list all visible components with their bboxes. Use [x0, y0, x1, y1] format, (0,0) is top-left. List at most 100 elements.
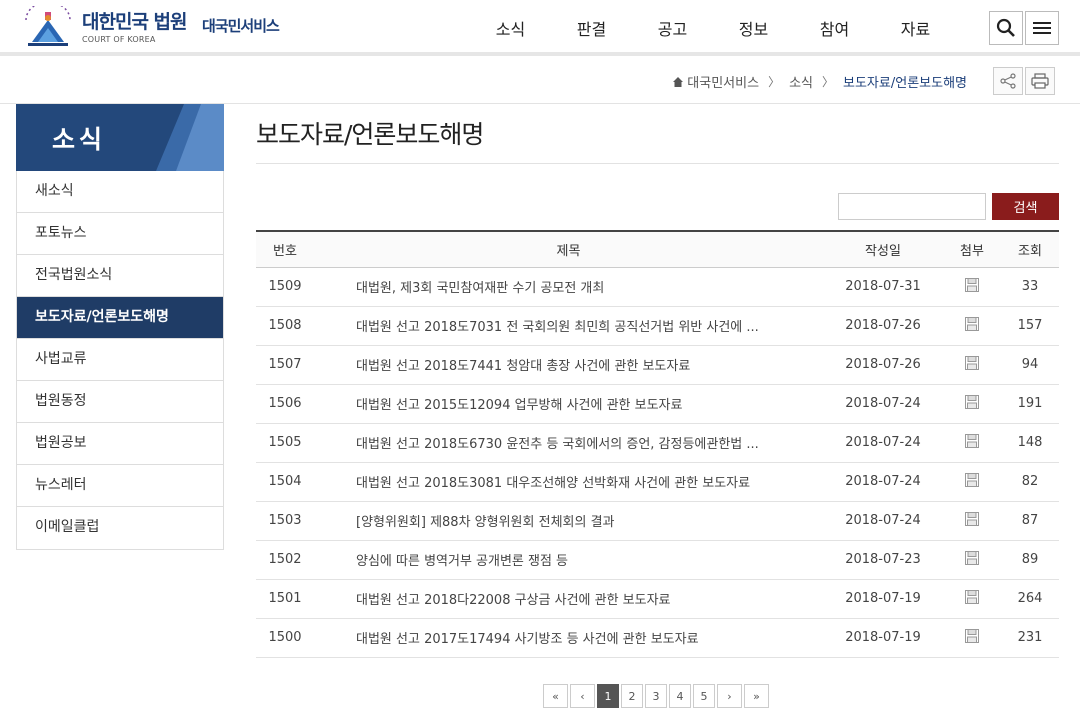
- chevron-right-icon: 〉: [822, 75, 835, 89]
- sidebar-item-email-club[interactable]: 이메일클럽: [17, 507, 223, 549]
- save-file-icon[interactable]: [964, 511, 980, 531]
- row-title-link[interactable]: 대법원 선고 2015도12094 업무방해 사건에 관한 보도자료: [356, 398, 682, 413]
- row-title-cell: 대법원, 제3회 국민참여재판 수기 공모전 개최: [314, 267, 823, 307]
- save-file-icon[interactable]: [964, 433, 980, 453]
- page-button-5[interactable]: 5: [693, 684, 715, 708]
- row-title-cell: 대법원 선고 2018도7031 전 국회의원 최민희 공직선거법 위반 사건에…: [314, 306, 823, 346]
- table-row: 1509 대법원, 제3회 국민참여재판 수기 공모전 개최 2018-07-31 3…: [256, 267, 1059, 307]
- row-title-link[interactable]: [양형위원회] 제88차 양형위원회 전체회의 결과: [356, 515, 615, 530]
- nav-item-news[interactable]: 소식: [470, 16, 551, 40]
- sidebar-item-new-news[interactable]: 새소식: [17, 171, 223, 213]
- row-number: 1506: [256, 384, 314, 424]
- page-button-1[interactable]: 1: [597, 684, 619, 708]
- row-number: 1504: [256, 462, 314, 502]
- row-attachment: [943, 306, 1001, 346]
- sidebar-item-judicial-exchange[interactable]: 사법교류: [17, 339, 223, 381]
- row-views: 87: [1001, 501, 1059, 541]
- row-number: 1505: [256, 423, 314, 463]
- share-button[interactable]: [993, 67, 1023, 95]
- row-title-link[interactable]: 대법원 선고 2018도6730 윤전추 등 국회에서의 증언, 감정등에관한법…: [356, 437, 759, 452]
- row-title-cell: 양심에 따른 병역거부 공개변론 쟁점 등: [314, 540, 823, 580]
- brand-subtitle: COURT OF KOREA: [82, 35, 156, 44]
- row-views: 231: [1001, 618, 1059, 658]
- row-title-link[interactable]: 대법원 선고 2018다22008 구상금 사건에 관한 보도자료: [356, 593, 671, 608]
- nav-item-info[interactable]: 정보: [713, 16, 794, 40]
- first-page-button[interactable]: «: [543, 684, 568, 708]
- row-title-link[interactable]: 대법원 선고 2018도7441 청암대 총장 사건에 관한 보도자료: [356, 359, 690, 374]
- row-number: 1508: [256, 306, 314, 346]
- search-input[interactable]: [838, 193, 986, 220]
- save-file-icon[interactable]: [964, 472, 980, 492]
- row-views: 82: [1001, 462, 1059, 502]
- brand[interactable]: 대한민국 법원 COURT OF KOREA: [82, 10, 187, 44]
- save-file-icon[interactable]: [964, 550, 980, 570]
- save-file-icon[interactable]: [964, 355, 980, 375]
- row-attachment: [943, 423, 1001, 463]
- row-title-link[interactable]: 양심에 따른 병역거부 공개변론 쟁점 등: [356, 554, 568, 569]
- row-date: 2018-07-23: [823, 540, 943, 580]
- sidebar-item-newsletter[interactable]: 뉴스레터: [17, 465, 223, 507]
- table-header-row: 번호 제목 작성일 첨부 조회: [256, 230, 1059, 268]
- row-title-cell: 대법원 선고 2017도17494 사기방조 등 사건에 관한 보도자료: [314, 618, 823, 658]
- row-title-cell: 대법원 선고 2015도12094 업무방해 사건에 관한 보도자료: [314, 384, 823, 424]
- row-title-link[interactable]: 대법원 선고 2018도7031 전 국회의원 최민희 공직선거법 위반 사건에…: [356, 320, 759, 335]
- row-date: 2018-07-24: [823, 423, 943, 463]
- table-row: 1502 양심에 따른 병역거부 공개변론 쟁점 등 2018-07-23 89: [256, 540, 1059, 580]
- last-page-button[interactable]: »: [744, 684, 769, 708]
- nav-item-resources[interactable]: 자료: [875, 16, 956, 40]
- header-date: 작성일: [823, 230, 943, 268]
- table-row: 1506 대법원 선고 2015도12094 업무방해 사건에 관한 보도자료 20…: [256, 384, 1059, 424]
- nav-item-judgments[interactable]: 판결: [551, 16, 632, 40]
- search-button[interactable]: 검색: [992, 193, 1059, 220]
- sidebar-item-press-releases[interactable]: 보도자료/언론보도해명: [17, 297, 223, 339]
- breadcrumb-home[interactable]: 대국민서비스: [687, 72, 759, 91]
- sidebar-menu: 새소식 포토뉴스 전국법원소식 보도자료/언론보도해명 사법교류 법원동정 법원…: [16, 171, 224, 550]
- sidebar-item-photo-news[interactable]: 포토뉴스: [17, 213, 223, 255]
- sidebar-item-court-activities[interactable]: 법원동정: [17, 381, 223, 423]
- page-button-4[interactable]: 4: [669, 684, 691, 708]
- save-file-icon[interactable]: [964, 394, 980, 414]
- save-file-icon[interactable]: [964, 628, 980, 648]
- menu-button[interactable]: [1025, 11, 1059, 45]
- row-attachment: [943, 540, 1001, 580]
- prev-page-button[interactable]: ‹: [570, 684, 595, 708]
- row-date: 2018-07-19: [823, 618, 943, 658]
- row-attachment: [943, 618, 1001, 658]
- sidebar-item-court-gazette[interactable]: 법원공보: [17, 423, 223, 465]
- service-name[interactable]: 대국민서비스: [202, 15, 280, 36]
- row-date: 2018-07-19: [823, 579, 943, 619]
- row-views: 191: [1001, 384, 1059, 424]
- nav-item-notices[interactable]: 공고: [632, 16, 713, 40]
- next-page-button[interactable]: ›: [717, 684, 742, 708]
- sidebar-title: 소식: [52, 125, 107, 154]
- sidebar-item-court-news[interactable]: 전국법원소식: [17, 255, 223, 297]
- nav-item-participation[interactable]: 참여: [794, 16, 875, 40]
- table-row: 1501 대법원 선고 2018다22008 구상금 사건에 관한 보도자료 201…: [256, 579, 1059, 619]
- row-views: 33: [1001, 267, 1059, 307]
- breadcrumb-level1[interactable]: 소식: [789, 72, 813, 91]
- header-title: 제목: [314, 230, 823, 268]
- row-number: 1500: [256, 618, 314, 658]
- breadcrumb-current[interactable]: 보도자료/언론보도해명: [843, 72, 967, 91]
- save-file-icon[interactable]: [964, 316, 980, 336]
- row-title-link[interactable]: 대법원, 제3회 국민참여재판 수기 공모전 개최: [356, 281, 604, 296]
- press-release-table: 번호 제목 작성일 첨부 조회 1509 대법원, 제3회 국민참여재판 수기 공…: [256, 230, 1059, 658]
- page-button-2[interactable]: 2: [621, 684, 643, 708]
- table-row: 1505 대법원 선고 2018도6730 윤전추 등 국회에서의 증언, 감정등…: [256, 423, 1059, 463]
- row-attachment: [943, 384, 1001, 424]
- save-file-icon[interactable]: [964, 277, 980, 297]
- row-attachment: [943, 462, 1001, 502]
- decorative-stripes: [156, 104, 224, 171]
- print-button[interactable]: [1025, 67, 1055, 95]
- table-row: 1504 대법원 선고 2018도3081 대우조선해양 선박화재 사건에 관한 …: [256, 462, 1059, 502]
- save-file-icon[interactable]: [964, 589, 980, 609]
- row-views: 89: [1001, 540, 1059, 580]
- row-title-link[interactable]: 대법원 선고 2018도3081 대우조선해양 선박화재 사건에 관한 보도자료: [356, 476, 750, 491]
- row-attachment: [943, 267, 1001, 307]
- row-title-link[interactable]: 대법원 선고 2017도17494 사기방조 등 사건에 관한 보도자료: [356, 632, 699, 647]
- page-button-3[interactable]: 3: [645, 684, 667, 708]
- court-emblem-logo[interactable]: [18, 6, 78, 50]
- search-button-header[interactable]: [989, 11, 1023, 45]
- brand-title: 대한민국 법원: [82, 11, 187, 33]
- row-number: 1509: [256, 267, 314, 307]
